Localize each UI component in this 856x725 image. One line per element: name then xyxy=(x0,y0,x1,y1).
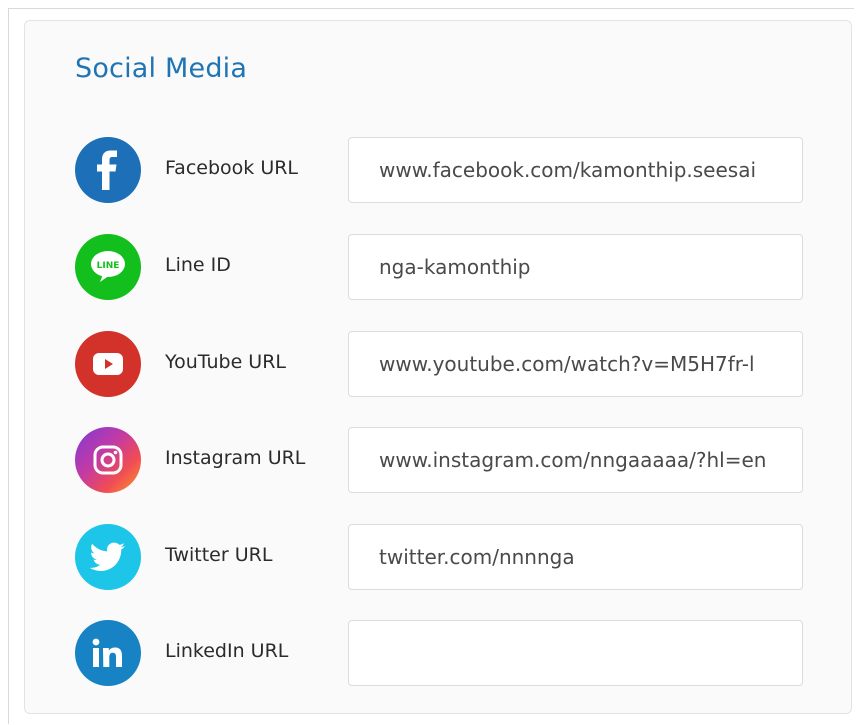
linkedin-label: LinkedIn URL xyxy=(165,640,289,662)
line-icon-text: LINE xyxy=(97,261,120,271)
twitter-icon xyxy=(75,524,141,590)
facebook-label: Facebook URL xyxy=(165,157,299,179)
instagram-icon xyxy=(75,427,141,493)
facebook-icon xyxy=(75,137,141,203)
twitter-row: Twitter URL xyxy=(75,524,803,592)
line-label: Line ID xyxy=(165,254,231,276)
instagram-row: Instagram URL xyxy=(75,427,803,495)
youtube-label: YouTube URL xyxy=(165,351,286,373)
linkedin-icon xyxy=(75,620,141,686)
youtube-url-input[interactable] xyxy=(348,331,803,397)
facebook-url-input[interactable] xyxy=(348,137,803,203)
youtube-row: YouTube URL xyxy=(75,331,803,399)
facebook-row: Facebook URL xyxy=(75,137,803,205)
line-id-input[interactable] xyxy=(348,234,803,300)
linkedin-row: LinkedIn URL xyxy=(75,620,803,688)
linkedin-url-input[interactable] xyxy=(348,620,803,686)
twitter-label: Twitter URL xyxy=(165,544,273,566)
line-row: LINE Line ID xyxy=(75,234,803,302)
twitter-url-input[interactable] xyxy=(348,524,803,590)
social-media-card: Social Media Facebook URL LINE Line ID xyxy=(24,20,852,714)
instagram-url-input[interactable] xyxy=(348,427,803,493)
instagram-label: Instagram URL xyxy=(165,447,306,469)
youtube-icon xyxy=(75,331,141,397)
section-title: Social Media xyxy=(75,53,248,84)
line-icon: LINE xyxy=(75,234,141,300)
